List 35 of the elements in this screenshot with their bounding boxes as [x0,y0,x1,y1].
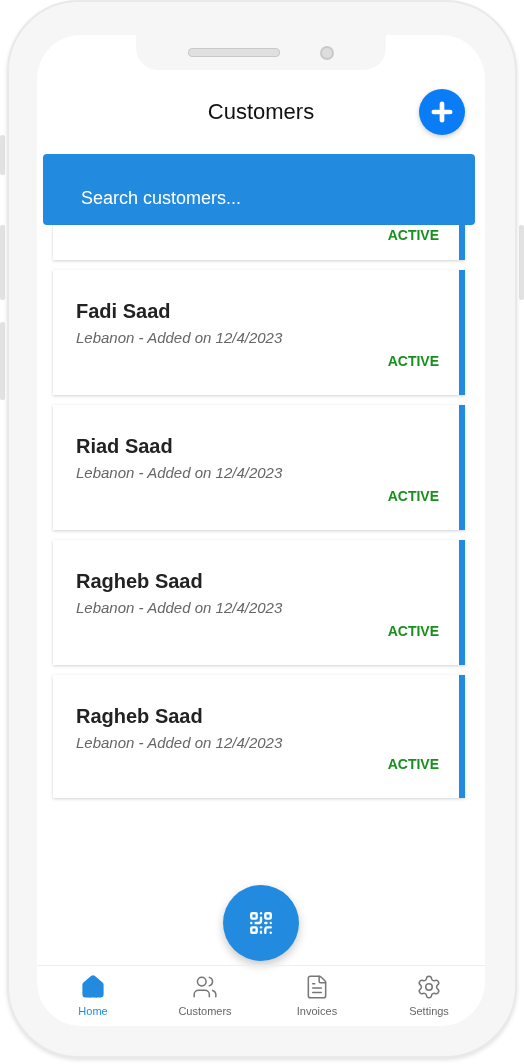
search-field[interactable]: Search customers... [43,154,475,225]
nav-label: Home [78,1005,108,1017]
qr-code-icon [248,910,274,936]
status-label: ACTIVE [387,227,439,243]
scan-button[interactable] [223,885,299,961]
camera-lens [320,45,334,60]
customer-card[interactable]: Riad Saad Lebanon - Added on 12/4/2023 ACTIVE [53,405,465,530]
customer-card[interactable]: ACTIVE [53,225,465,260]
add-button[interactable] [419,89,465,135]
nav-tab[interactable]: Home [37,966,149,1026]
customer-subtitle: Lebanon - Added on 12/4/2023 [76,329,284,346]
customer-subtitle: Lebanon - Added on 12/4/2023 [76,464,284,481]
status-label: ACTIVE [387,756,439,772]
status-label: ACTIVE [387,623,439,639]
status-label: ACTIVE [387,353,439,369]
status-label: ACTIVE [387,488,439,504]
settings-icon [416,974,442,1000]
customer-card[interactable]: Ragheb Saad Lebanon - Added on 12/4/2023 ACTIVE [53,675,465,798]
nav-label: Invoices [296,1005,338,1017]
customer-name: Ragheb Saad [76,570,204,593]
nav-label: Settings [409,1005,449,1017]
customer-name: Ragheb Saad [76,705,204,728]
customer-card[interactable]: Fadi Saad Lebanon - Added on 12/4/2023 ACTIVE [53,270,465,395]
page-title: Customers [207,99,315,125]
nav-tab[interactable]: Settings [373,966,485,1026]
customer-subtitle: Lebanon - Added on 12/4/2023 [76,734,284,751]
people-icon [192,974,218,1000]
nav-label: Customers [178,1005,232,1017]
home-icon [80,974,106,1000]
nav-tab[interactable]: Invoices [261,966,373,1026]
customer-name: Fadi Saad [76,300,172,323]
customer-name: Riad Saad [76,435,174,458]
nav-tab[interactable]: Customers [149,966,261,1026]
customer-subtitle: Lebanon - Added on 12/4/2023 [76,599,284,616]
customer-card[interactable]: Ragheb Saad Lebanon - Added on 12/4/2023 ACTIVE [53,540,465,665]
